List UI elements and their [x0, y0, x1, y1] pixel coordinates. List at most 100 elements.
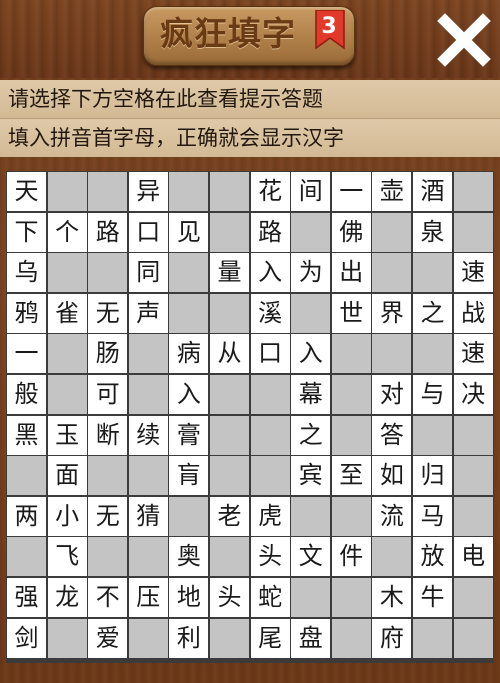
grid-cell-filled[interactable]: 爱 [88, 618, 128, 658]
grid-cell-empty[interactable] [128, 618, 168, 658]
grid-cell-empty[interactable] [453, 496, 493, 536]
grid-cell-filled[interactable]: 无 [88, 293, 128, 333]
grid-cell-filled[interactable]: 路 [88, 212, 128, 252]
grid-cell-filled[interactable]: 肓 [169, 456, 209, 496]
grid-cell-empty[interactable] [210, 293, 249, 333]
grid-cell-empty[interactable] [128, 537, 168, 577]
grid-cell-filled[interactable]: 利 [169, 618, 209, 658]
grid-cell-filled[interactable]: 般 [7, 375, 46, 414]
grid-cell-filled[interactable]: 答 [372, 415, 412, 455]
grid-cell-filled[interactable]: 佛 [331, 212, 371, 252]
grid-cell-filled[interactable]: 之 [291, 415, 331, 455]
grid-cell-filled[interactable]: 猜 [128, 496, 168, 536]
grid-cell-filled[interactable]: 路 [250, 212, 290, 252]
grid-cell-empty[interactable] [210, 618, 249, 658]
grid-cell-filled[interactable]: 流 [372, 496, 412, 536]
grid-cell-empty[interactable] [453, 172, 493, 211]
grid-cell-filled[interactable]: 雀 [47, 293, 87, 333]
grid-cell-filled[interactable]: 界 [372, 293, 412, 333]
grid-cell-filled[interactable]: 续 [128, 415, 168, 455]
grid-cell-filled[interactable]: 府 [372, 618, 412, 658]
grid-cell-filled[interactable]: 黑 [7, 415, 46, 455]
grid-cell-filled[interactable]: 口 [250, 334, 290, 374]
grid-cell-filled[interactable]: 飞 [47, 537, 87, 577]
grid-cell-filled[interactable]: 两 [7, 496, 46, 536]
grid-cell-empty[interactable] [331, 578, 371, 617]
grid-cell-empty[interactable] [372, 334, 412, 374]
grid-cell-filled[interactable]: 世 [331, 293, 371, 333]
grid-cell-empty[interactable] [47, 253, 87, 293]
grid-cell-empty[interactable] [47, 375, 87, 414]
grid-cell-filled[interactable]: 不 [88, 578, 128, 617]
grid-cell-filled[interactable]: 异 [128, 172, 168, 211]
grid-cell-filled[interactable]: 病 [169, 334, 209, 374]
grid-cell-empty[interactable] [453, 415, 493, 455]
grid-cell-filled[interactable]: 下 [7, 212, 46, 252]
grid-cell-empty[interactable] [413, 415, 452, 455]
grid-cell-filled[interactable]: 泉 [413, 212, 452, 252]
grid-cell-filled[interactable]: 壶 [372, 172, 412, 211]
grid-cell-filled[interactable]: 同 [128, 253, 168, 293]
grid-cell-filled[interactable]: 电 [453, 537, 493, 577]
grid-cell-filled[interactable]: 幕 [291, 375, 331, 414]
grid-cell-empty[interactable] [210, 456, 249, 496]
grid-cell-empty[interactable] [291, 578, 331, 617]
grid-cell-filled[interactable]: 牛 [413, 578, 452, 617]
grid-cell-filled[interactable]: 强 [7, 578, 46, 617]
grid-cell-filled[interactable]: 断 [88, 415, 128, 455]
grid-cell-filled[interactable]: 量 [210, 253, 249, 293]
grid-cell-empty[interactable] [169, 496, 209, 536]
grid-cell-filled[interactable]: 件 [331, 537, 371, 577]
grid-cell-filled[interactable]: 膏 [169, 415, 209, 455]
grid-cell-filled[interactable]: 酒 [413, 172, 452, 211]
grid-cell-empty[interactable] [88, 172, 128, 211]
grid-cell-empty[interactable] [331, 375, 371, 414]
grid-cell-filled[interactable]: 玉 [47, 415, 87, 455]
grid-cell-empty[interactable] [331, 496, 371, 536]
grid-cell-filled[interactable]: 速 [453, 253, 493, 293]
grid-cell-filled[interactable]: 压 [128, 578, 168, 617]
grid-cell-empty[interactable] [372, 537, 412, 577]
grid-cell-filled[interactable]: 对 [372, 375, 412, 414]
grid-cell-empty[interactable] [413, 618, 452, 658]
grid-cell-filled[interactable]: 乌 [7, 253, 46, 293]
grid-cell-empty[interactable] [88, 253, 128, 293]
grid-cell-empty[interactable] [453, 456, 493, 496]
grid-cell-empty[interactable] [128, 456, 168, 496]
grid-cell-filled[interactable]: 见 [169, 212, 209, 252]
grid-cell-filled[interactable]: 至 [331, 456, 371, 496]
grid-cell-empty[interactable] [413, 253, 452, 293]
grid-cell-empty[interactable] [250, 375, 290, 414]
grid-cell-empty[interactable] [47, 618, 87, 658]
grid-cell-filled[interactable]: 决 [453, 375, 493, 414]
grid-cell-empty[interactable] [250, 415, 290, 455]
grid-cell-empty[interactable] [47, 172, 87, 211]
grid-cell-empty[interactable] [331, 334, 371, 374]
grid-cell-filled[interactable]: 面 [47, 456, 87, 496]
grid-cell-filled[interactable]: 放 [413, 537, 452, 577]
grid-cell-empty[interactable] [291, 212, 331, 252]
grid-cell-empty[interactable] [88, 537, 128, 577]
grid-cell-empty[interactable] [453, 578, 493, 617]
grid-cell-empty[interactable] [7, 456, 46, 496]
grid-cell-empty[interactable] [88, 456, 128, 496]
grid-cell-filled[interactable]: 与 [413, 375, 452, 414]
grid-cell-filled[interactable]: 龙 [47, 578, 87, 617]
grid-cell-filled[interactable]: 尾 [250, 618, 290, 658]
grid-cell-filled[interactable]: 宾 [291, 456, 331, 496]
grid-cell-empty[interactable] [250, 456, 290, 496]
grid-cell-filled[interactable]: 为 [291, 253, 331, 293]
grid-cell-filled[interactable]: 文 [291, 537, 331, 577]
grid-cell-filled[interactable]: 地 [169, 578, 209, 617]
grid-cell-empty[interactable] [413, 334, 452, 374]
close-button[interactable] [436, 12, 492, 68]
grid-cell-empty[interactable] [128, 375, 168, 414]
grid-cell-filled[interactable]: 溪 [250, 293, 290, 333]
grid-cell-empty[interactable] [128, 334, 168, 374]
grid-cell-empty[interactable] [291, 496, 331, 536]
grid-cell-filled[interactable]: 花 [250, 172, 290, 211]
grid-cell-filled[interactable]: 头 [210, 578, 249, 617]
grid-cell-empty[interactable] [169, 172, 209, 211]
grid-cell-filled[interactable]: 间 [291, 172, 331, 211]
grid-cell-filled[interactable]: 盘 [291, 618, 331, 658]
